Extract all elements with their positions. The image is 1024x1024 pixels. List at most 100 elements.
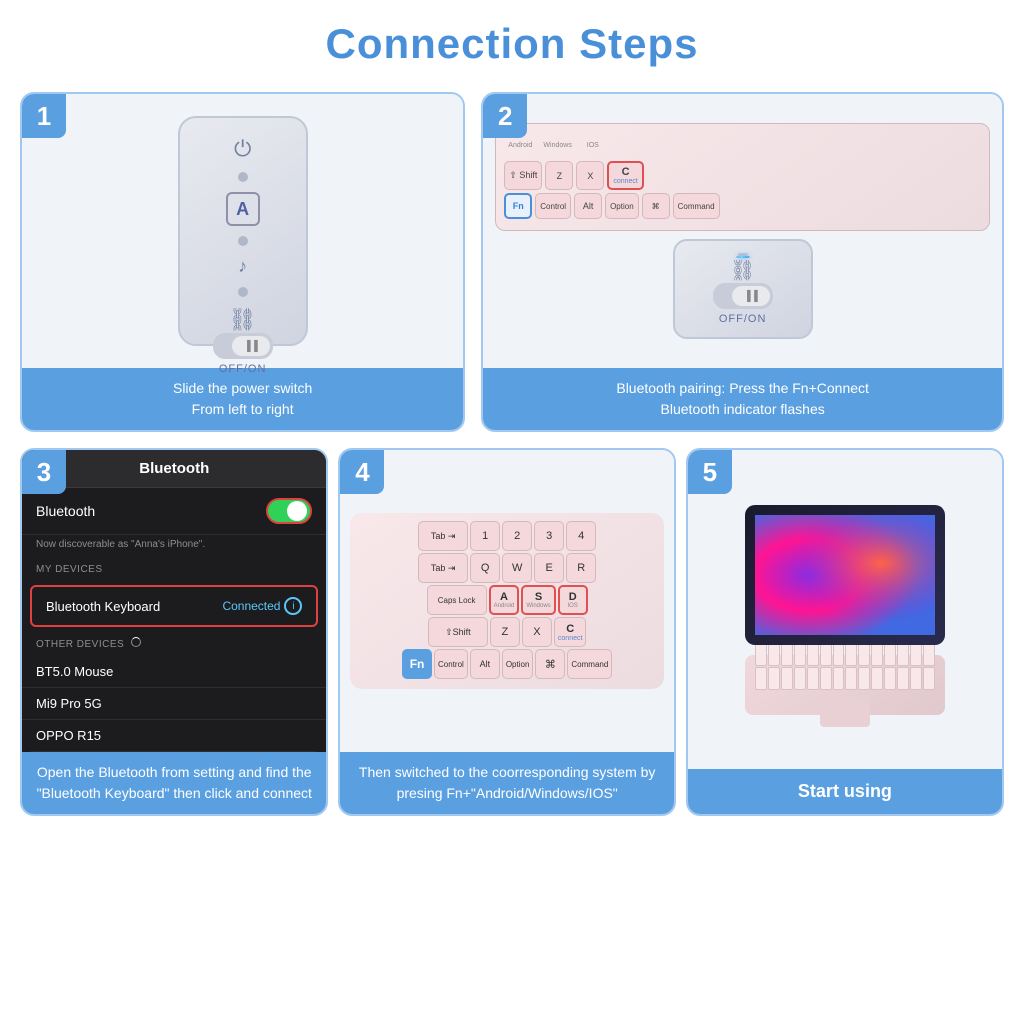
link-icon: ⛓ <box>229 307 257 333</box>
kbd-alt2: Alt <box>470 649 500 679</box>
bt-toggle-label: Bluetooth <box>36 503 95 519</box>
led-gray-2 <box>238 236 248 246</box>
mini-keyboard-keys <box>755 642 935 690</box>
bt-other-1[interactable]: BT5.0 Mouse <box>22 656 326 688</box>
icon-column: ⏻ A ♪ ⛓ <box>226 136 260 333</box>
kbd-a-android: A Android <box>489 585 520 615</box>
kbd-os-row: Android Windows IOS <box>504 132 981 158</box>
power-switch[interactable]: ▐▐ <box>213 333 273 359</box>
step-3-card: 3 Bluetooth Bluetooth Now discoverable a… <box>20 448 328 816</box>
bt-icon: ⛓ <box>730 258 755 283</box>
bt-other-3[interactable]: OPPO R15 <box>22 720 326 752</box>
bt-header: Bluetooth <box>22 450 326 488</box>
keyboard-keys-area <box>755 642 935 727</box>
step-1-badge: 1 <box>22 94 66 138</box>
kbd-c-connect: C connect <box>607 161 644 190</box>
kbd-2: 2 <box>502 521 532 551</box>
kbd-tab-key: Tab ⇥ <box>418 521 468 551</box>
step2-off-on: OFF/ON <box>719 313 767 325</box>
top-row: 1 ⏻ A ♪ ⛓ ▐▐ <box>20 92 1004 432</box>
step-2-image: 2 Android Windows IOS ⇧ Shift Z X <box>483 94 1002 368</box>
kbd-r: R <box>566 553 596 583</box>
step2-keyboard-top: Android Windows IOS ⇧ Shift Z X C connec… <box>495 123 990 231</box>
kbd-fn2: Fn <box>402 649 432 679</box>
step-2-caption: Bluetooth pairing: Press the Fn+Connect … <box>483 368 1002 430</box>
mini-key-14 <box>923 642 935 666</box>
step-1-image: 1 ⏻ A ♪ ⛓ ▐▐ <box>22 94 463 368</box>
mini-key-12 <box>897 642 909 666</box>
mini-key-15 <box>755 667 767 691</box>
mini-key-18 <box>794 667 806 691</box>
kbd-shift: ⇧ Shift <box>504 161 542 190</box>
keyboard-hardware <box>745 655 945 715</box>
mini-key-22 <box>845 667 857 691</box>
bt-discoverable-text: Now discoverable as "Anna's iPhone". <box>22 535 326 558</box>
info-icon[interactable]: i <box>284 597 302 615</box>
kbd-windows-label: Windows <box>539 132 575 158</box>
step-4-image: 4 Tab ⇥ 1 2 3 4 Tab ⇥ Q W E <box>340 450 673 752</box>
step-2-badge: 2 <box>483 94 527 138</box>
mini-key-6 <box>820 642 832 666</box>
kbd-c2: C connect <box>554 617 587 647</box>
kbd-3: 3 <box>534 521 564 551</box>
step-5-card: 5 <box>686 448 1004 816</box>
kbd-d-ios: D IOS <box>558 585 588 615</box>
mini-key-19 <box>807 667 819 691</box>
kbd-q: Q <box>470 553 500 583</box>
led-gray-1 <box>238 172 248 182</box>
bt-device-name: Bluetooth Keyboard <box>46 599 160 614</box>
step-5-caption: Start using <box>688 769 1002 814</box>
kbd-z: Z <box>545 161 573 190</box>
kbd-command-label: Command <box>673 193 720 219</box>
my-devices-header: MY DEVICES <box>22 558 326 581</box>
tablet-device <box>745 505 945 645</box>
switch-thumb: ▐▐ <box>232 336 270 356</box>
mini-key-13 <box>910 642 922 666</box>
bt-connected-status: Connected i <box>222 597 302 615</box>
power-icon: ⏻ <box>234 136 251 162</box>
mini-key-9 <box>858 642 870 666</box>
kbd-option2: Option <box>502 649 534 679</box>
kbd-shift-key: ⇧Shift <box>428 617 488 647</box>
kbd-option: Option <box>605 193 639 219</box>
step-4-badge: 4 <box>340 450 384 494</box>
mini-key-1 <box>755 642 767 666</box>
bluetooth-settings-panel: Bluetooth Bluetooth Now discoverable as … <box>22 450 326 752</box>
kbd-w: W <box>502 553 532 583</box>
step-5-badge: 5 <box>688 450 732 494</box>
kbd-x2: X <box>522 617 552 647</box>
mini-key-20 <box>820 667 832 691</box>
note-icon: ♪ <box>238 256 247 277</box>
page-title: Connection Steps <box>20 20 1004 68</box>
step-3-caption: Open the Bluetooth from setting and find… <box>22 752 326 814</box>
mini-key-25 <box>884 667 896 691</box>
tablet-wallpaper-svg <box>755 515 935 635</box>
bt-toggle-switch[interactable] <box>266 498 312 524</box>
step-5-image: 5 <box>688 450 1002 769</box>
mini-key-16 <box>768 667 780 691</box>
other-devices-header: OTHER DEVICES <box>22 631 326 656</box>
step-3-badge: 3 <box>22 450 66 494</box>
kbd-fn-row: Fn Control Alt Option ⌘ Command <box>358 649 655 679</box>
kbd-x: X <box>576 161 604 190</box>
kbd-num-row: Tab ⇥ 1 2 3 4 <box>358 521 655 551</box>
trackpad <box>820 697 870 727</box>
bt-keyboard-device[interactable]: Bluetooth Keyboard Connected i <box>30 585 318 627</box>
step5-device-content <box>745 505 945 715</box>
step2-device-bottom: ⛓ ▐▐ OFF/ON <box>673 239 813 339</box>
bt-toggle-thumb <box>287 501 307 521</box>
kbd-control2: Control <box>434 649 468 679</box>
kbd-command2: Command <box>567 649 612 679</box>
step-1-card: 1 ⏻ A ♪ ⛓ ▐▐ <box>20 92 465 432</box>
loading-spinner <box>131 637 141 647</box>
mini-key-5 <box>807 642 819 666</box>
step-1-caption: Slide the power switch From left to righ… <box>22 368 463 430</box>
kbd-control: Control <box>535 193 571 219</box>
kbd-4: 4 <box>566 521 596 551</box>
step-4-caption: Then switched to the coorresponding syst… <box>340 752 673 814</box>
full-keyboard: Tab ⇥ 1 2 3 4 Tab ⇥ Q W E R <box>350 513 663 689</box>
mini-key-23 <box>858 667 870 691</box>
kbd-row-fn: Fn Control Alt Option ⌘ Command <box>504 193 981 219</box>
bt-other-2[interactable]: Mi9 Pro 5G <box>22 688 326 720</box>
kbd-ios-label: IOS <box>579 132 607 158</box>
